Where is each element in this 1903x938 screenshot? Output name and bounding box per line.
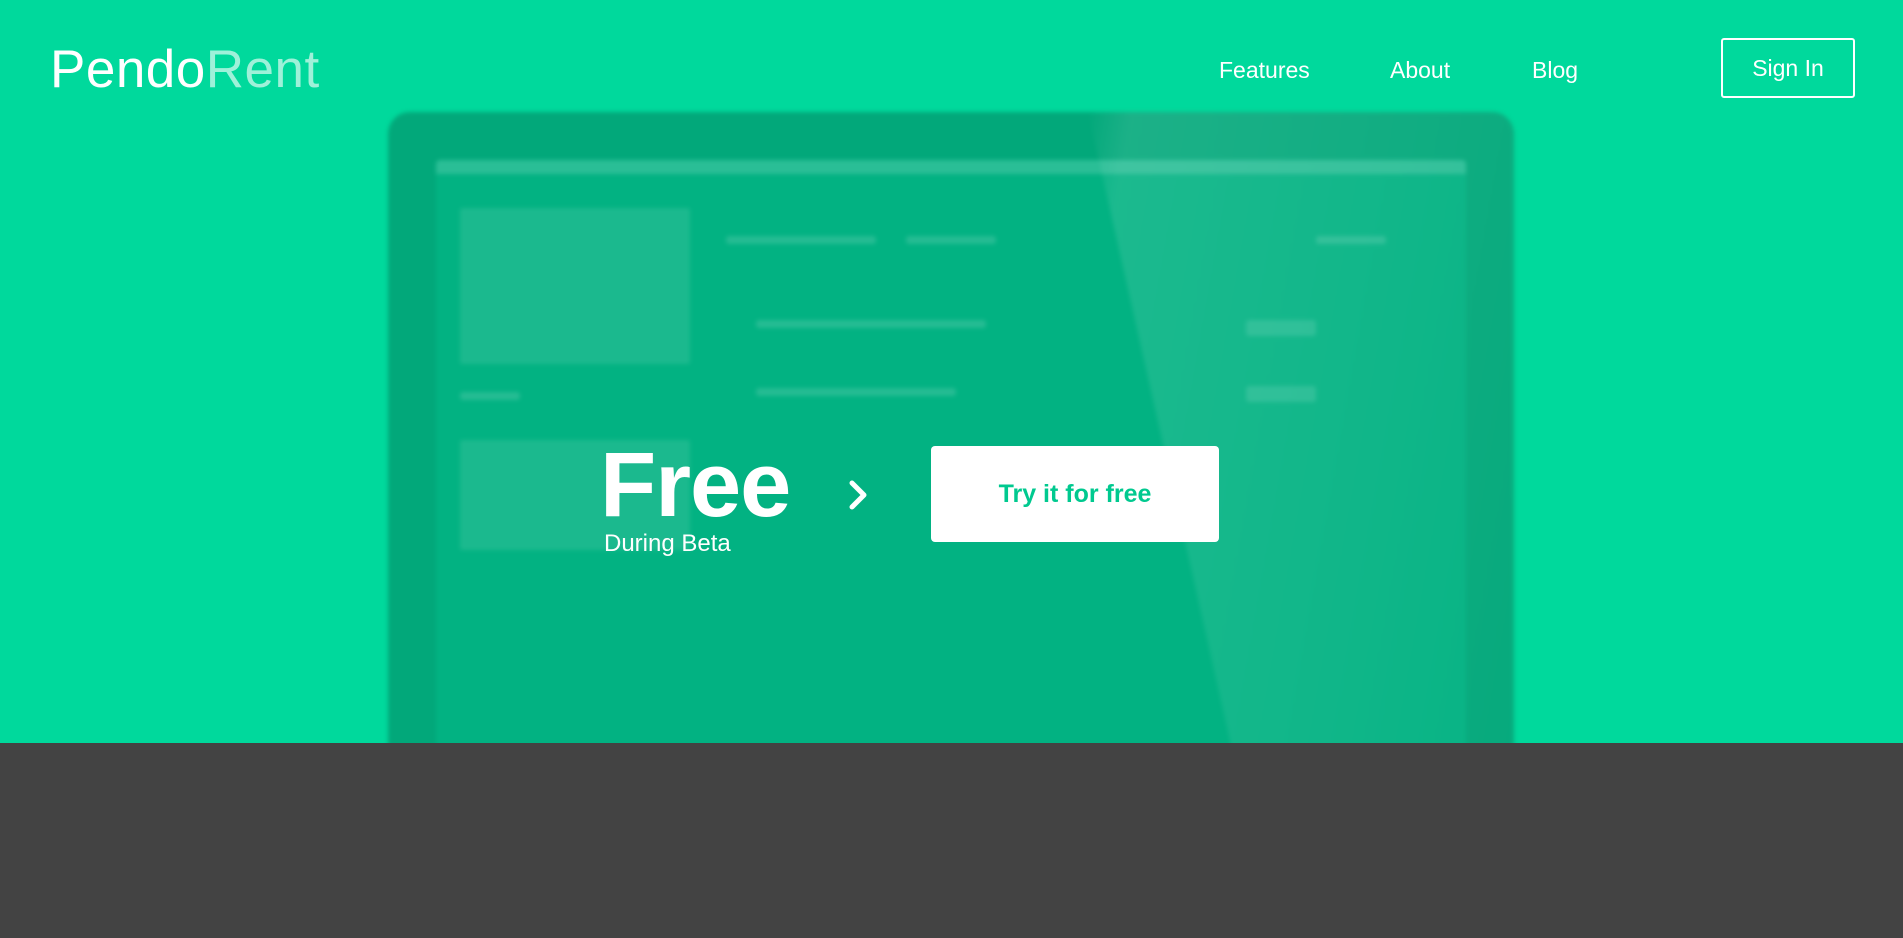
chevron-right-icon <box>849 480 867 510</box>
nav-link-blog[interactable]: Blog <box>1532 56 1578 84</box>
nav-link-features[interactable]: Features <box>1219 56 1310 84</box>
mock-line <box>726 236 876 244</box>
mock-line <box>756 388 956 396</box>
sign-in-button[interactable]: Sign In <box>1721 38 1855 98</box>
footer-band <box>0 743 1903 938</box>
laptop-mockup-image <box>388 112 1514 743</box>
hero-section: PendoRent Features About Blog Sign In Fr… <box>0 0 1903 743</box>
try-free-button[interactable]: Try it for free <box>931 446 1219 542</box>
hero-headline: Free <box>600 434 791 536</box>
brand-logo-part2: Rent <box>205 40 320 99</box>
brand-logo[interactable]: PendoRent <box>50 40 320 100</box>
mock-line <box>906 236 996 244</box>
mock-line <box>756 320 986 328</box>
hero-subheadline: During Beta <box>604 530 731 557</box>
brand-logo-part1: Pendo <box>50 40 206 99</box>
nav-link-about[interactable]: About <box>1390 56 1450 84</box>
mock-panel <box>460 208 690 364</box>
mock-line <box>460 392 520 400</box>
